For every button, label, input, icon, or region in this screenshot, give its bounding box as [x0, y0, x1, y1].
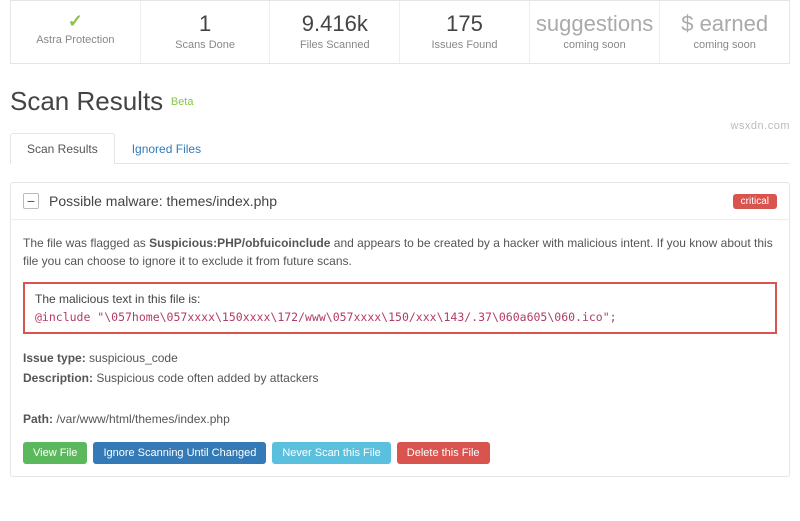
- issue-header: − Possible malware: themes/index.php cri…: [11, 183, 789, 220]
- malicious-code: @include "\057home\057xxxx\150xxxx\172/w…: [35, 310, 765, 324]
- issue-type-label: Issue type:: [23, 351, 86, 365]
- issue-title: Possible malware: themes/index.php: [49, 193, 733, 209]
- stat-earned: $ earned coming soon: [659, 1, 789, 63]
- ignore-until-changed-button[interactable]: Ignore Scanning Until Changed: [93, 442, 266, 464]
- stat-issues: 175 Issues Found: [399, 1, 529, 63]
- never-scan-button[interactable]: Never Scan this File: [272, 442, 390, 464]
- stat-value: 9.416k: [276, 11, 393, 37]
- collapse-icon[interactable]: −: [23, 193, 39, 209]
- issue-description: The file was flagged as Suspicious:PHP/o…: [23, 234, 777, 270]
- desc-pre: The file was flagged as: [23, 236, 149, 250]
- description-label: Description:: [23, 371, 93, 385]
- issue-meta: Issue type: suspicious_code Description:…: [23, 348, 777, 430]
- path-value: /var/www/html/themes/index.php: [53, 412, 230, 426]
- stat-value: 1: [147, 11, 264, 37]
- tab-scan-results[interactable]: Scan Results: [10, 133, 115, 164]
- stats-row: ✓ Astra Protection 1 Scans Done 9.416k F…: [10, 0, 790, 64]
- stat-label: Files Scanned: [276, 39, 393, 51]
- stat-value: 175: [406, 11, 523, 37]
- tab-ignored-files[interactable]: Ignored Files: [115, 133, 218, 164]
- view-file-button[interactable]: View File: [23, 442, 87, 464]
- watermark: wsxdn.com: [730, 120, 790, 132]
- stat-value: suggestions: [536, 11, 653, 37]
- issue-type-value: suspicious_code: [86, 351, 178, 365]
- stat-suggestions: suggestions coming soon: [529, 1, 659, 63]
- issue-type-row: Issue type: suspicious_code: [23, 348, 777, 368]
- stat-value: $ earned: [666, 11, 783, 37]
- severity-badge: critical: [733, 194, 777, 209]
- path-label: Path:: [23, 412, 53, 426]
- stat-protection: ✓ Astra Protection: [11, 1, 140, 63]
- stat-label: Issues Found: [406, 39, 523, 51]
- description-value: Suspicious code often added by attackers: [93, 371, 318, 385]
- title-area: Scan Results Beta: [0, 64, 800, 133]
- malware-signature: Suspicious:PHP/obfuicoinclude: [149, 236, 330, 250]
- code-box-label: The malicious text in this file is:: [35, 292, 765, 306]
- description-row: Description: Suspicious code often added…: [23, 368, 777, 388]
- stat-label: Scans Done: [147, 39, 264, 51]
- stat-scans: 1 Scans Done: [140, 1, 270, 63]
- tabs: Scan Results Ignored Files: [10, 133, 790, 164]
- malicious-code-box: The malicious text in this file is: @inc…: [23, 282, 777, 334]
- delete-file-button[interactable]: Delete this File: [397, 442, 490, 464]
- issue-body: The file was flagged as Suspicious:PHP/o…: [11, 220, 789, 476]
- stat-label: Astra Protection: [17, 34, 134, 46]
- stat-label: coming soon: [666, 39, 783, 51]
- stat-files: 9.416k Files Scanned: [269, 1, 399, 63]
- stat-label: coming soon: [536, 39, 653, 51]
- beta-tag: Beta: [171, 96, 194, 108]
- issue-panel: − Possible malware: themes/index.php cri…: [10, 182, 790, 477]
- path-row: Path: /var/www/html/themes/index.php: [23, 409, 777, 429]
- page-title: Scan Results: [10, 86, 163, 117]
- check-icon: ✓: [17, 11, 134, 32]
- action-buttons: View File Ignore Scanning Until Changed …: [23, 442, 777, 464]
